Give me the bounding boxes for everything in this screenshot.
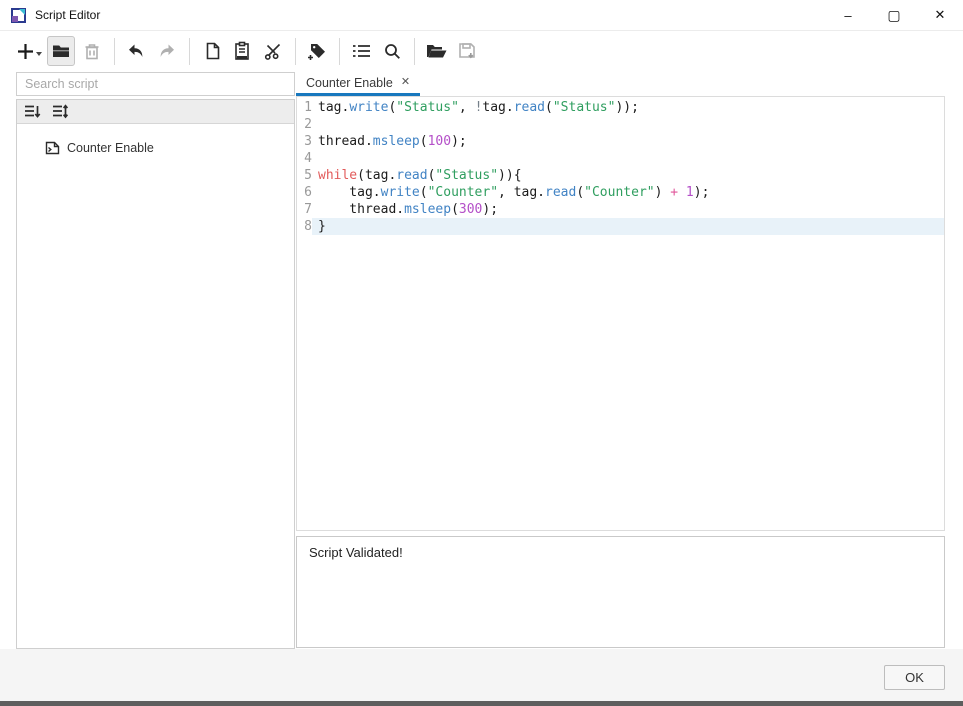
redo-button[interactable] [153,36,181,66]
open-folder-button[interactable] [422,36,450,66]
code-text[interactable] [312,150,944,167]
search-icon [383,42,402,61]
window-controls: – ▢ ✕ [825,0,963,30]
scissors-icon [263,42,283,61]
maximize-button[interactable]: ▢ [871,0,917,30]
trash-icon [83,42,101,61]
add-script-button[interactable] [16,36,44,66]
outline-list-button[interactable] [347,36,375,66]
toolbar-separator [189,38,190,65]
line-number: 1 [300,99,312,116]
toolbar [0,31,963,71]
sort-descending-icon[interactable] [24,104,41,119]
line-number: 7 [300,201,312,218]
tab-counter-enable[interactable]: Counter Enable ✕ [296,72,420,96]
script-tree: Counter Enable [17,124,294,158]
cut-button[interactable] [259,36,287,66]
tag-plus-icon [307,41,327,61]
code-line[interactable]: 6 tag.write("Counter", tag.read("Counter… [297,184,944,201]
tab-label: Counter Enable [306,76,393,90]
search-input[interactable] [16,72,295,96]
line-number: 6 [300,184,312,201]
search-button[interactable] [378,36,406,66]
paste-button[interactable] [228,36,256,66]
validation-message: Script Validated! [309,545,403,560]
code-line[interactable]: 5while(tag.read("Status")){ [297,167,944,184]
close-button[interactable]: ✕ [917,0,963,30]
undo-button[interactable] [122,36,150,66]
line-number: 8 [300,218,312,235]
toolbar-separator [414,38,415,65]
copy-button[interactable] [197,36,225,66]
code-line[interactable]: 8} [297,218,944,235]
sort-reorder-icon[interactable] [52,104,69,119]
tree-item-counter-enable[interactable]: Counter Enable [17,138,294,158]
code-line[interactable]: 2 [297,116,944,133]
sort-bar [17,100,294,124]
delete-button[interactable] [78,36,106,66]
ok-button[interactable]: OK [884,665,945,690]
line-number: 2 [300,116,312,133]
code-lines: 1tag.write("Status", !tag.read("Status")… [297,99,944,235]
toolbar-separator [295,38,296,65]
redo-icon [157,42,177,60]
open-folder-icon [425,42,448,60]
script-tree-panel: Counter Enable [16,99,295,649]
save-button[interactable] [453,36,481,66]
dialog-footer [0,649,963,702]
chevron-down-icon [36,52,42,56]
bottom-edge [0,701,963,706]
code-editor[interactable]: 1tag.write("Status", !tag.read("Status")… [296,96,945,531]
line-number: 5 [300,167,312,184]
save-icon [457,41,477,61]
outline-list-icon [351,42,372,60]
folder-icon [51,42,71,60]
title-bar: Script Editor – ▢ ✕ [0,0,963,31]
code-text[interactable]: while(tag.read("Status")){ [312,167,944,184]
code-text[interactable] [312,116,944,133]
code-text[interactable]: } [312,218,944,235]
code-text[interactable]: thread.msleep(100); [312,133,944,150]
folder-button[interactable] [47,36,75,66]
line-number: 4 [300,150,312,167]
add-tag-button[interactable] [303,36,331,66]
app-icon [10,7,27,24]
validation-panel: Script Validated! [296,536,945,648]
line-number: 3 [300,133,312,150]
toolbar-separator [114,38,115,65]
tab-close-icon[interactable]: ✕ [401,77,410,88]
code-text[interactable]: thread.msleep(300); [312,201,944,218]
toolbar-separator [339,38,340,65]
undo-icon [126,42,146,60]
paste-icon [233,41,251,61]
tree-item-label: Counter Enable [67,141,154,155]
window-title: Script Editor [35,8,100,22]
script-file-icon [45,141,60,155]
code-line[interactable]: 4 [297,150,944,167]
copy-icon [202,41,221,61]
code-line[interactable]: 7 thread.msleep(300); [297,201,944,218]
plus-icon [16,42,35,61]
code-text[interactable]: tag.write("Counter", tag.read("Counter")… [312,184,944,201]
code-line[interactable]: 3thread.msleep(100); [297,133,944,150]
code-text[interactable]: tag.write("Status", !tag.read("Status"))… [312,99,944,116]
minimize-button[interactable]: – [825,0,871,30]
code-line[interactable]: 1tag.write("Status", !tag.read("Status")… [297,99,944,116]
